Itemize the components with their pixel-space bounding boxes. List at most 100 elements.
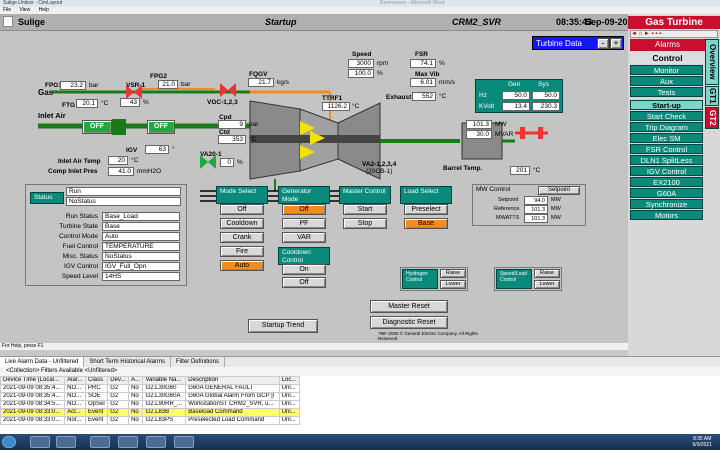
- taskbar-clock[interactable]: 8:35 AM 9/9/2021: [693, 436, 712, 448]
- kv-sys-value: 230.3: [532, 102, 560, 111]
- comp-inlet-pres-label: Comp Inlet Pres: [48, 168, 98, 175]
- folder-icon[interactable]: [56, 436, 76, 448]
- inlet-off-2-button[interactable]: OFF: [147, 120, 175, 134]
- mw-setpoint-unit: MW: [551, 197, 561, 203]
- col-location[interactable]: Loc...: [278, 376, 301, 385]
- ftg-label: FTG: [62, 102, 75, 109]
- menu-help[interactable]: Help: [39, 7, 49, 13]
- nav-startup[interactable]: Start-up: [630, 100, 703, 110]
- nav-ex2100[interactable]: EX2100: [630, 177, 703, 187]
- gen-mode-pf-button[interactable]: PF: [282, 218, 326, 229]
- nav-arrow-bar[interactable]: ◄ ⌂ ► ▪ ▪ ▪: [630, 30, 718, 38]
- gen-mode-off-button[interactable]: Off: [282, 204, 326, 215]
- cell: Nor...: [64, 416, 86, 425]
- app-icon-2[interactable]: [118, 436, 138, 448]
- app-icon[interactable]: [90, 436, 110, 448]
- nav-alarms[interactable]: Alarms: [630, 39, 705, 51]
- screen-header: Sulige Startup CRM2_SVR 08:35:43 Sep-09-…: [0, 14, 720, 31]
- cell: 2021-09-09 08:35:4...: [0, 384, 66, 393]
- hydrogen-raise-button[interactable]: Raise: [440, 269, 466, 278]
- nav-aux[interactable]: Aux: [630, 76, 703, 86]
- cooldown-on-button[interactable]: On: [282, 264, 326, 275]
- nav-fsr-control[interactable]: FSR Control: [630, 144, 703, 154]
- col-alarm[interactable]: Alar...: [64, 376, 86, 385]
- nav-start-check[interactable]: Start Check: [630, 111, 703, 121]
- table-row[interactable]: 2021-09-09 08:34:5... NO... OpSel G2 No G2.L9…: [0, 400, 301, 409]
- igv-unit: °: [172, 146, 175, 153]
- master-reset-button[interactable]: Master Reset: [370, 300, 448, 313]
- speedload-lower-button[interactable]: Lower: [534, 280, 560, 289]
- master-start-button[interactable]: Start: [343, 204, 387, 215]
- col-device[interactable]: Dev...: [107, 376, 130, 385]
- fpg1-value: 23.2: [60, 81, 86, 90]
- nav-monitor[interactable]: Monitor: [630, 65, 703, 75]
- alarm-toolbar[interactable]: <Collection> Filters Available <Unfilter…: [0, 367, 720, 376]
- tab-overview[interactable]: Overview: [705, 39, 719, 85]
- speedload-raise-button[interactable]: Raise: [534, 269, 560, 278]
- mode-auto-button[interactable]: Auto: [220, 260, 264, 271]
- run-status-label: Run Status: [65, 213, 98, 220]
- table-row[interactable]: 2021-09-09 08:33:0... Act... Event G2 No G2.L…: [0, 408, 301, 417]
- barrel-temp-label: Barrel Temp.: [443, 165, 483, 172]
- tab-filter-definitions[interactable]: Filter Definitions: [171, 357, 225, 367]
- cell: Event: [84, 416, 109, 425]
- alarm-viewer: Live Alarm Data - Unfiltered Short Term H…: [0, 356, 720, 434]
- hydrogen-title: Hydrogen Control: [402, 269, 438, 289]
- cell: No: [128, 408, 144, 417]
- cell: G2: [107, 392, 130, 401]
- mode-off-button[interactable]: Off: [220, 204, 264, 215]
- hydrogen-lower-button[interactable]: Lower: [440, 280, 466, 289]
- fpg2-unit: bar: [181, 81, 191, 88]
- nav-g60a[interactable]: G60A: [630, 188, 703, 198]
- cooldown-off-button[interactable]: Off: [282, 277, 326, 288]
- menu-view[interactable]: View: [19, 7, 30, 13]
- col-class[interactable]: Class: [84, 376, 109, 385]
- table-row[interactable]: 2021-09-09 08:33:0... Nor... Event G2 No G2.L…: [0, 416, 301, 425]
- load-base-button[interactable]: Base: [404, 218, 448, 229]
- col-device-time[interactable]: Device Time (Local...: [0, 376, 66, 385]
- diagnostic-reset-button[interactable]: Diagnostic Reset: [370, 316, 448, 329]
- word-icon[interactable]: [174, 436, 194, 448]
- col-description[interactable]: Description: [185, 376, 280, 385]
- cell: Preselected Load Command: [185, 416, 280, 425]
- ie-icon[interactable]: [30, 436, 50, 448]
- mode-fire-button[interactable]: Fire: [220, 246, 264, 257]
- nav-synchronize[interactable]: Synchronize: [630, 199, 703, 209]
- startup-trend-button[interactable]: Startup Trend: [248, 319, 318, 333]
- vgc-valve-icon: [220, 83, 236, 97]
- nav-control[interactable]: Control: [630, 52, 705, 64]
- tab-gt1[interactable]: GT1: [705, 86, 719, 106]
- inlet-off-1-button[interactable]: OFF: [82, 120, 112, 134]
- col-variable[interactable]: Variable Na...: [142, 376, 187, 385]
- menu-file[interactable]: File: [3, 7, 11, 13]
- nav-trip-diagram[interactable]: Trip Diagram: [630, 122, 703, 132]
- breaker-icon: [515, 127, 548, 139]
- table-row[interactable]: 2021-09-09 08:35:4... NO... SOE G2 No G2.L30G…: [0, 392, 301, 401]
- master-stop-button[interactable]: Stop: [343, 218, 387, 229]
- tab-historical-alarms[interactable]: Short Term Historical Alarms: [84, 357, 171, 367]
- nav-elec-sm[interactable]: Elec SM: [630, 133, 703, 143]
- mw-setpoint-button[interactable]: Setpoint: [538, 186, 580, 195]
- screen-name: Startup: [265, 17, 297, 27]
- window-titlebar: Sulige.Unitsvr - CimLayout Rasmussen - M…: [0, 0, 720, 7]
- load-preselect-button[interactable]: Preselect: [404, 204, 448, 215]
- nav-motors[interactable]: Motors: [630, 210, 703, 220]
- nav-igv-control[interactable]: IGV Control: [630, 166, 703, 176]
- col-ack[interactable]: A...: [128, 376, 144, 385]
- start-button-icon[interactable]: [2, 436, 16, 448]
- gen-mw-unit: MW: [495, 121, 507, 128]
- tab-live-alarms[interactable]: Live Alarm Data - Unfiltered: [0, 357, 85, 367]
- cell: Act...: [64, 408, 86, 417]
- alarm-table: Device Time (Local... Alar... Class Dev.…: [0, 376, 301, 425]
- mw-control-title: MW Control: [476, 186, 511, 193]
- tab-gt2[interactable]: GT2: [705, 107, 719, 129]
- igv-value: 63: [145, 145, 169, 154]
- table-row[interactable]: 2021-09-09 08:35:4... NO... PRC G2 No G2.L30G…: [0, 384, 301, 393]
- mode-crank-button[interactable]: Crank: [220, 232, 264, 243]
- cell: G2: [107, 416, 130, 425]
- app-icon-3[interactable]: [146, 436, 166, 448]
- mode-cooldown-button[interactable]: Cooldown: [220, 218, 264, 229]
- nav-tests[interactable]: Tests: [630, 87, 703, 97]
- nav-dln1-splitless[interactable]: DLN1 SplitLess: [630, 155, 703, 165]
- gen-mode-var-button[interactable]: VAR: [282, 232, 326, 243]
